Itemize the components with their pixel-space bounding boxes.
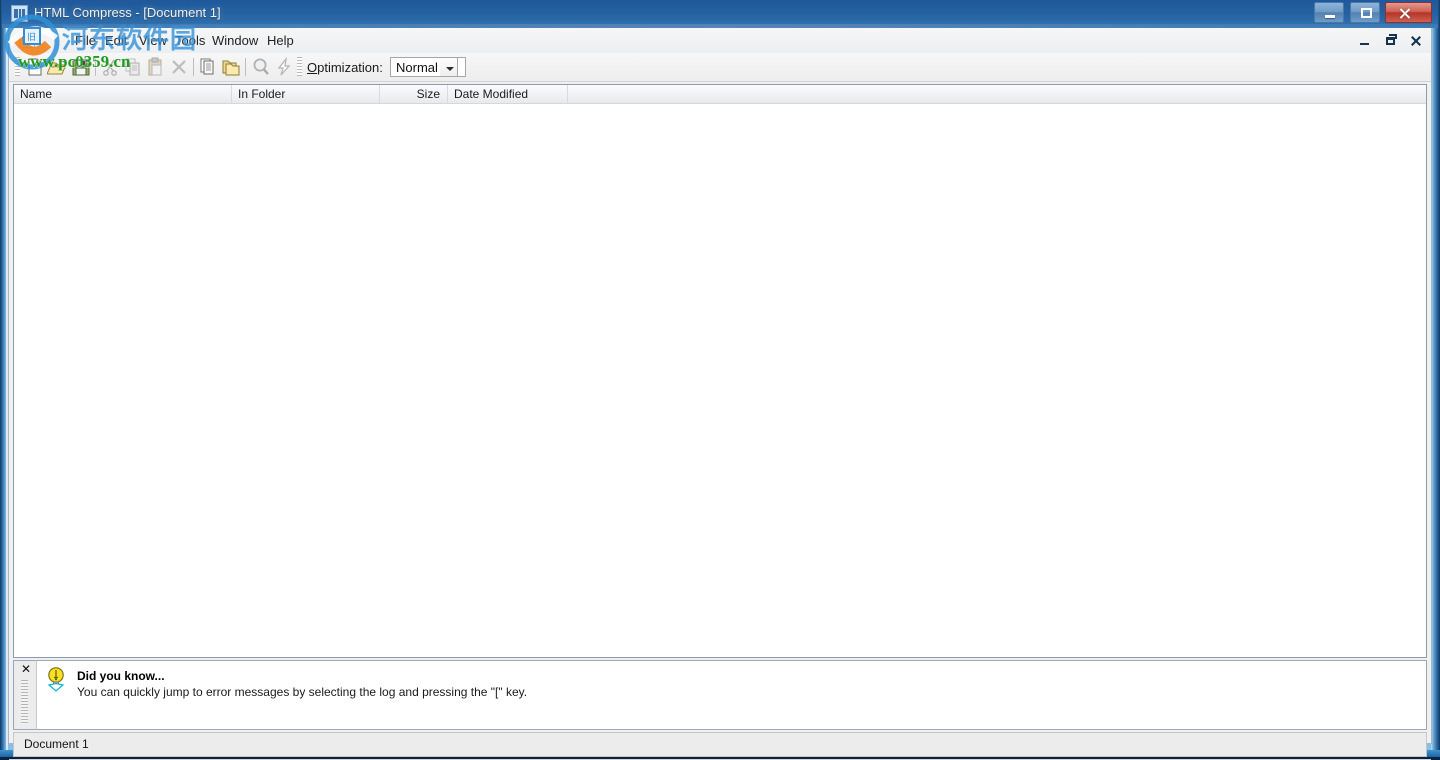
lightning-bolt-icon	[273, 56, 295, 78]
app-icon	[11, 5, 28, 22]
application-window: HTML Compress - [Document 1] File Edit V…	[0, 0, 1440, 760]
toolbar-separator-1	[95, 58, 96, 76]
mdi-minimize-button[interactable]	[1356, 32, 1374, 48]
delete-x-icon	[168, 56, 190, 78]
optimization-accel-letter: O	[307, 60, 317, 75]
mdi-close-button[interactable]	[1407, 32, 1425, 48]
column-header-name[interactable]: Name	[14, 85, 232, 104]
new-document-icon	[24, 56, 46, 78]
copy-button[interactable]	[122, 56, 144, 78]
duplicate-button[interactable]	[197, 56, 219, 78]
mdi-child-controls	[1353, 32, 1425, 50]
title-bar[interactable]: HTML Compress - [Document 1]	[2, 0, 1438, 28]
window-title: HTML Compress - [Document 1]	[34, 5, 221, 20]
preview-button[interactable]	[250, 56, 272, 78]
optimization-dropdown-button[interactable]	[440, 57, 458, 77]
chevron-down-icon	[446, 67, 454, 71]
delete-button[interactable]	[168, 56, 190, 78]
column-header-date-modified-label: Date Modified	[454, 87, 528, 101]
menu-item-file[interactable]: File	[71, 32, 100, 49]
document-name: Document 1	[24, 737, 89, 751]
column-header-name-label: Name	[20, 87, 52, 101]
lightbulb-icon	[45, 666, 67, 692]
column-header-size-label: Size	[417, 87, 440, 101]
mdi-minimize-icon	[1360, 43, 1369, 45]
optimization-label: Optimization:	[307, 60, 383, 75]
client-area: File Edit View Tools Window Help	[8, 28, 1432, 744]
document-bar: Document 1	[13, 732, 1427, 757]
file-list[interactable]: Name In Folder Size Date Modified	[13, 84, 1427, 658]
open-folder-icon	[47, 56, 69, 78]
copy-icon	[122, 56, 144, 78]
duplicate-pages-icon	[197, 56, 219, 78]
optimization-value: Normal	[396, 60, 438, 75]
mdi-restore-button[interactable]	[1382, 32, 1400, 48]
window-controls	[1313, 2, 1432, 24]
file-list-body[interactable]	[14, 104, 1426, 657]
menu-item-window[interactable]: Window	[208, 32, 262, 49]
menu-item-edit[interactable]: Edit	[101, 32, 131, 49]
open-button[interactable]	[47, 56, 69, 78]
paste-button[interactable]	[145, 56, 167, 78]
compress-button[interactable]	[273, 56, 295, 78]
column-header-in-folder-label: In Folder	[238, 87, 285, 101]
cut-button[interactable]	[99, 56, 121, 78]
tip-title: Did you know...	[77, 669, 165, 683]
column-header-in-folder[interactable]: In Folder	[232, 85, 380, 104]
optimization-label-rest: ptimization:	[317, 60, 383, 75]
tip-text: You can quickly jump to error messages b…	[77, 685, 527, 699]
new-document-button[interactable]	[24, 56, 46, 78]
folders-icon	[220, 56, 242, 78]
save-disk-icon	[70, 56, 92, 78]
toolbar: Optimization: Normal	[9, 53, 1431, 82]
minimize-button[interactable]	[1314, 2, 1344, 23]
maximize-button[interactable]	[1350, 2, 1380, 23]
close-button[interactable]	[1385, 2, 1432, 23]
window-border-right	[1431, 0, 1440, 752]
toolbar-separator-2	[193, 58, 194, 76]
toolbar-grip-2[interactable]	[297, 57, 302, 76]
document-icon[interactable]	[19, 32, 35, 48]
toolbar-separator-3	[245, 58, 246, 76]
minimize-icon	[1325, 15, 1335, 18]
tip-panel-grip[interactable]	[21, 680, 28, 724]
maximize-icon	[1361, 8, 1372, 18]
tip-close-button[interactable]: ✕	[20, 663, 32, 675]
scissors-icon	[99, 56, 121, 78]
menu-item-tools[interactable]: Tools	[171, 32, 209, 49]
save-button[interactable]	[70, 56, 92, 78]
column-header-date-modified[interactable]: Date Modified	[448, 85, 568, 104]
add-folder-button[interactable]	[220, 56, 242, 78]
magnifier-icon	[250, 56, 272, 78]
menu-item-help[interactable]: Help	[263, 32, 298, 49]
paste-icon	[145, 56, 167, 78]
menu-item-view[interactable]: View	[135, 32, 171, 49]
column-header-size[interactable]: Size	[380, 85, 448, 104]
file-list-header: Name In Folder Size Date Modified	[14, 85, 1426, 104]
column-header-filler[interactable]	[568, 85, 1426, 104]
menu-bar: File Edit View Tools Window Help	[9, 28, 1431, 53]
toolbar-grip[interactable]	[15, 57, 20, 76]
